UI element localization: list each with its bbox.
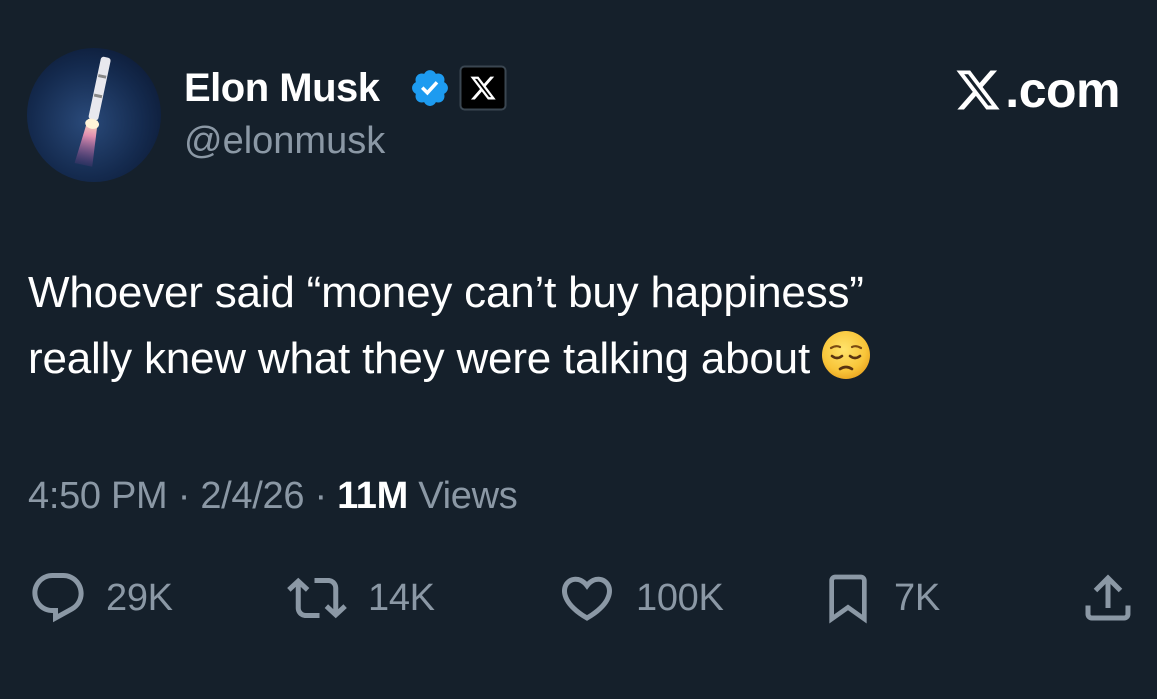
bookmark-icon — [829, 574, 867, 624]
tweet-text-line: Whoever said “money can’t buy happiness” — [28, 268, 864, 317]
verified-badge-icon — [412, 70, 448, 106]
display-name[interactable]: Elon Musk — [184, 64, 380, 112]
bookmark-button[interactable]: 7K — [820, 568, 940, 628]
avatar[interactable] — [27, 48, 161, 182]
tweet-date[interactable]: 2/4/26 — [200, 475, 304, 517]
like-button[interactable]: 100K — [556, 568, 724, 628]
reply-count: 29K — [106, 577, 173, 619]
meta-separator: · — [314, 475, 327, 517]
brand-logo-text: .com — [1005, 62, 1120, 118]
handle[interactable]: @elonmusk — [184, 118, 385, 164]
tweet-meta: 4:50 PM · 2/4/26 · 11M Views — [28, 472, 518, 520]
repost-count: 14K — [368, 577, 435, 619]
bookmark-count: 7K — [894, 577, 940, 619]
rocket-launch-avatar-image — [27, 48, 161, 182]
pensive-face-emoji — [821, 331, 870, 379]
views-count[interactable]: 11M — [337, 475, 408, 517]
repost-icon — [287, 577, 347, 619]
share-button[interactable] — [1078, 568, 1138, 628]
tweet-text-line: really knew what they were talking about — [28, 326, 1118, 392]
x-logo-icon — [956, 70, 1000, 110]
action-bar: 29K 14K 100K 7K — [0, 568, 1157, 628]
heart-icon — [561, 576, 613, 621]
x-logo-icon[interactable] — [459, 65, 507, 111]
like-count: 100K — [636, 577, 724, 619]
reply-button[interactable]: 29K — [28, 568, 173, 628]
reply-icon — [32, 573, 84, 623]
brand-logo: .com — [953, 62, 1120, 118]
tweet-time[interactable]: 4:50 PM — [28, 475, 168, 517]
views-label: Views — [418, 475, 518, 517]
repost-button[interactable]: 14K — [284, 568, 435, 628]
tweet-text-line-content: really knew what they were talking about — [28, 334, 810, 383]
share-icon — [1085, 574, 1131, 621]
tweet-text: Whoever said “money can’t buy happiness”… — [28, 260, 1118, 392]
meta-separator: · — [177, 475, 191, 517]
